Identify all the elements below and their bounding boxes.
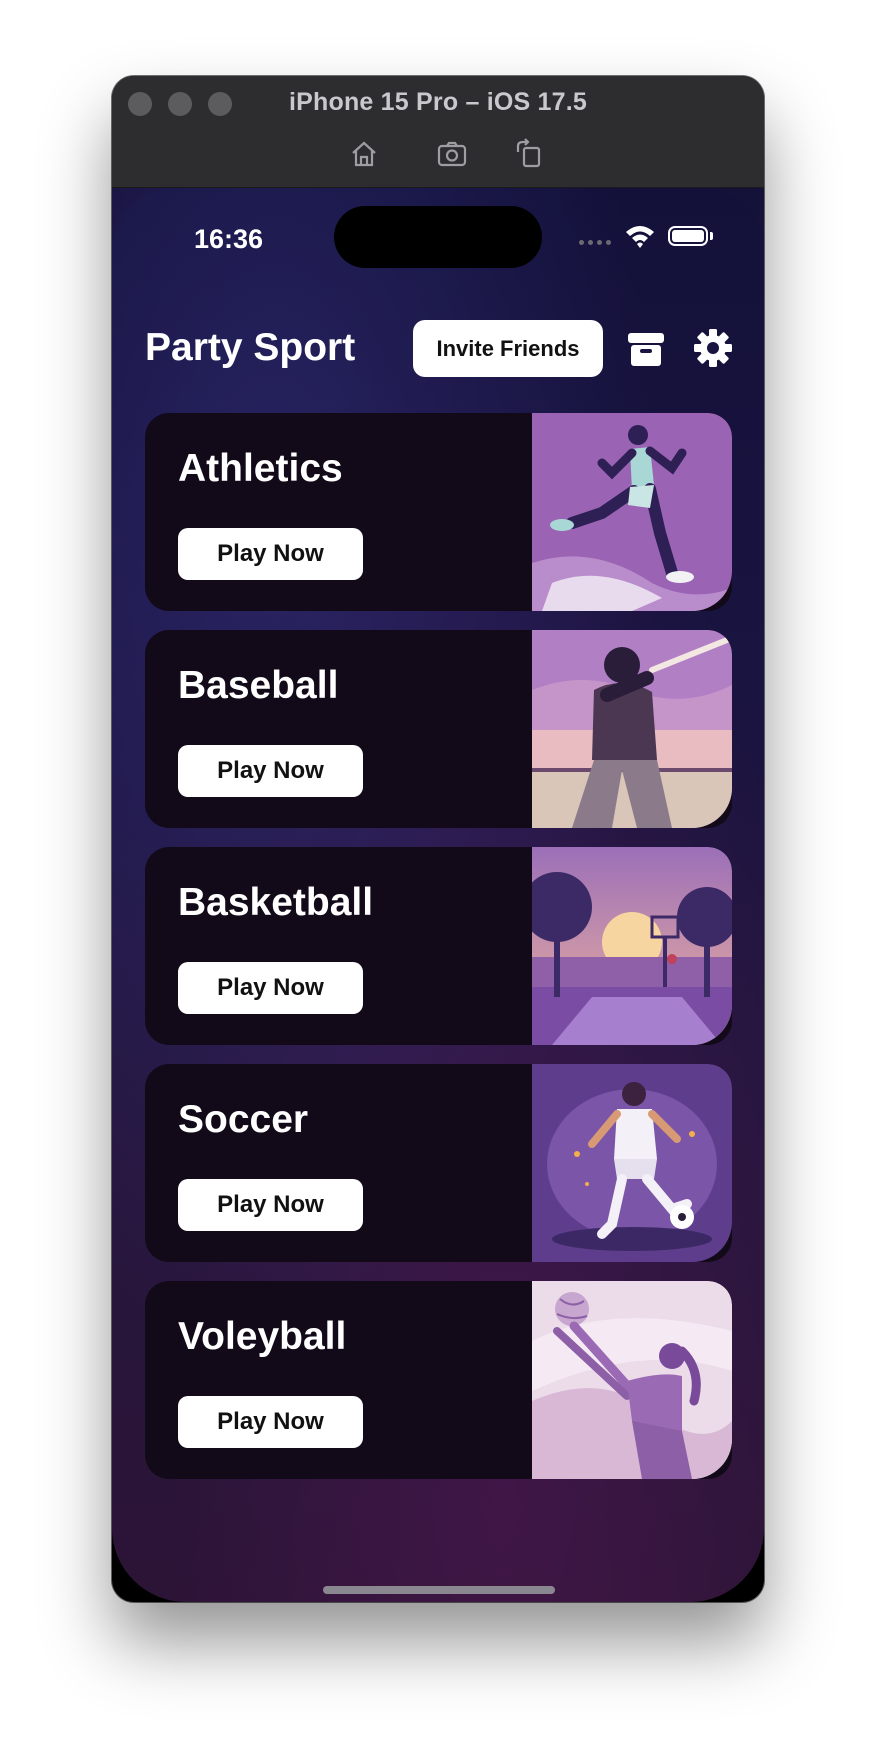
rotate-icon[interactable] (510, 136, 550, 172)
battery-tip (710, 232, 713, 240)
sport-card-athletics[interactable]: Athletics Play Now (145, 413, 732, 611)
sport-card-baseball[interactable]: Baseball Play Now (145, 630, 732, 828)
gear-icon[interactable] (693, 328, 733, 368)
volleyball-player-illustration (532, 1281, 732, 1479)
cellular-signal-icon (579, 240, 611, 245)
wifi-icon (626, 226, 654, 248)
play-now-button[interactable]: Play Now (178, 962, 363, 1014)
play-now-button[interactable]: Play Now (178, 1396, 363, 1448)
app-background: 16:36 Party Sport Invite Friends Athleti… (112, 188, 764, 1602)
runner-illustration (532, 413, 732, 611)
home-icon[interactable] (344, 136, 384, 172)
play-now-button[interactable]: Play Now (178, 1179, 363, 1231)
sport-title: Voleyball (178, 1315, 347, 1358)
simulator-titlebar: iPhone 15 Pro – iOS 17.5 (112, 76, 764, 188)
archive-icon[interactable] (627, 330, 665, 368)
battery-icon (668, 226, 708, 246)
batter-illustration (532, 630, 732, 828)
sport-title: Soccer (178, 1098, 309, 1141)
app-title: Party Sport (145, 326, 356, 369)
sport-card-volleyball[interactable]: Voleyball Play Now (145, 1281, 732, 1479)
window-title: iPhone 15 Pro – iOS 17.5 (289, 88, 587, 116)
screenshot-icon[interactable] (432, 136, 472, 172)
sport-title: Athletics (178, 447, 343, 490)
play-now-button[interactable]: Play Now (178, 745, 363, 797)
sport-card-soccer[interactable]: Soccer Play Now (145, 1064, 732, 1262)
play-now-button[interactable]: Play Now (178, 528, 363, 580)
phone-screen: 16:36 Party Sport Invite Friends Athleti… (112, 188, 764, 1602)
invite-friends-button[interactable]: Invite Friends (413, 320, 603, 377)
sport-card-basketball[interactable]: Basketball Play Now (145, 847, 732, 1045)
status-time: 16:36 (194, 224, 264, 254)
soccer-player-illustration (532, 1064, 732, 1262)
sport-title: Basketball (178, 881, 374, 924)
sports-list: Athletics Play Now Baseball Play Now Bas… (145, 413, 732, 1498)
simulator-window: iPhone 15 Pro – iOS 17.5 16:36 Party Spo… (112, 76, 764, 1602)
home-indicator[interactable] (323, 1586, 555, 1594)
dynamic-island (334, 206, 542, 268)
basketball-court-illustration (532, 847, 732, 1045)
sport-title: Baseball (178, 664, 339, 707)
